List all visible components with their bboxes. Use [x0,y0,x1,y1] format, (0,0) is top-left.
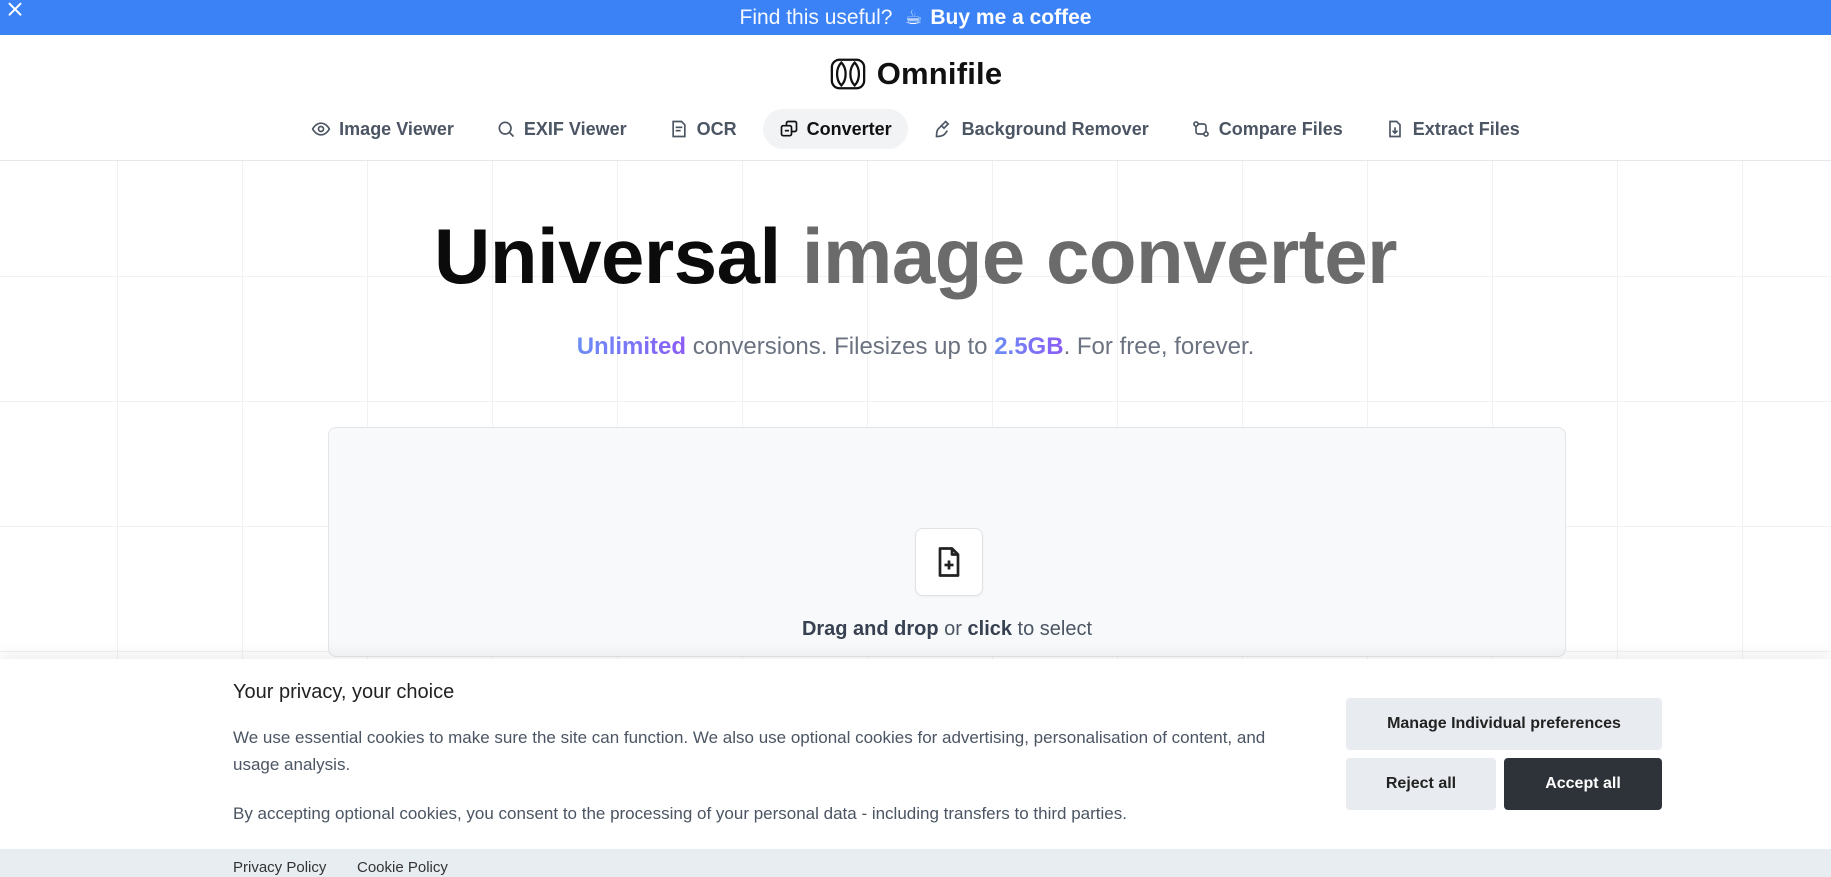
dropzone-hint: Drag and drop or click to select [329,618,1565,641]
close-icon[interactable] [4,0,26,22]
search-icon [498,121,514,138]
file-dropzone[interactable]: Drag and drop or click to select [328,427,1566,657]
nav-label: Converter [806,118,892,139]
hint-drag: Drag and drop [801,618,939,640]
nav-item-background-remover[interactable]: Background Remover [918,109,1165,149]
cookie-description: We use essential cookies to make sure th… [233,728,1266,774]
file-extract-icon [1388,120,1401,138]
nav-item-extract-files[interactable]: Extract Files [1369,109,1536,149]
nav-item-converter[interactable]: Converter [762,109,908,149]
hint-click: click [967,618,1012,640]
nav-label: Background Remover [961,118,1149,139]
git-compare-icon [1192,121,1209,137]
subtitle-unlimited: Unlimited [576,333,687,360]
nav-item-compare-files[interactable]: Compare Files [1175,109,1359,149]
nav-label: Image Viewer [339,118,454,139]
accept-all-button[interactable]: Accept all [1504,758,1662,810]
page-title: Universal image converter [0,211,1831,302]
coffee-icon: ☕ [904,7,923,29]
subtitle-text-2: . For free, forever. [1063,333,1255,360]
omnifile-logo-icon [830,58,865,90]
nav-item-ocr[interactable]: OCR [653,109,753,149]
reject-all-button[interactable]: Reject all [1346,758,1496,810]
cookie-banner: Your privacy, your choice We use essenti… [0,659,1831,877]
buy-coffee-link[interactable]: Buy me a coffee [930,6,1091,30]
nav-label: Extract Files [1412,118,1520,139]
subtitle-text-1: conversions. Filesizes up to [686,333,995,360]
brand-name: Omnifile [876,56,1003,91]
document-text-icon [671,120,686,138]
cookie-footer: Privacy Policy Cookie Policy [0,849,1831,877]
convert-icon [780,120,797,137]
nav-item-exif-viewer[interactable]: EXIF Viewer [480,109,643,149]
file-plus-icon-box [915,528,983,596]
site-header: Omnifile Image Viewer EXIF Viewer OCR Co… [0,35,1831,161]
file-plus-icon [938,547,960,577]
brand[interactable]: Omnifile [0,55,1831,93]
nav-label: Compare Files [1218,118,1343,139]
privacy-policy-link[interactable]: Privacy Policy [233,859,326,876]
main-nav: Image Viewer EXIF Viewer OCR Converter B… [0,109,1831,149]
brush-icon [935,120,950,138]
cookie-title: Your privacy, your choice [233,681,455,703]
title-gray: image converter [801,212,1398,300]
eye-icon [311,122,331,136]
manage-preferences-button[interactable]: Manage Individual preferences [1346,698,1662,750]
promo-question: Find this useful? [739,5,893,29]
nav-item-image-viewer[interactable]: Image Viewer [295,109,470,149]
hint-end: to select [1012,618,1093,640]
subtitle-filesize: 2.5GB [994,333,1064,360]
nav-label: OCR [696,118,737,139]
promo-banner: Find this useful? ☕ Buy me a coffee [0,0,1831,35]
cookie-consent-note: By accepting optional cookies, you conse… [233,804,1127,823]
nav-label: EXIF Viewer [523,118,627,139]
page-subtitle: Unlimited conversions. Filesizes up to 2… [0,333,1831,361]
cookie-policy-link[interactable]: Cookie Policy [357,859,448,876]
hint-or: or [938,618,968,640]
title-dark: Universal [434,212,781,300]
